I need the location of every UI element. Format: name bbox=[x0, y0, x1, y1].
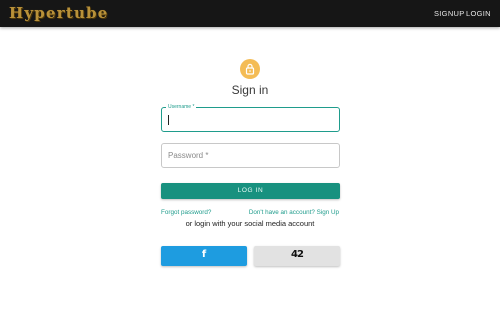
signup-link[interactable]: Don't have an account? Sign Up bbox=[249, 209, 339, 216]
top-app-bar: Hypertube SIGNUP LOGIN bbox=[0, 0, 500, 27]
forgot-password-link[interactable]: Forgot password? bbox=[161, 209, 211, 216]
password-input[interactable] bbox=[168, 144, 333, 167]
page-title: Sign in bbox=[231, 83, 269, 97]
42-icon: 42 bbox=[291, 249, 304, 260]
nav-login-link[interactable]: LOGIN bbox=[466, 9, 491, 18]
facebook-login-button[interactable]: f bbox=[161, 246, 247, 266]
42-login-button[interactable]: 42 bbox=[254, 246, 340, 266]
facebook-icon: f bbox=[201, 249, 207, 260]
username-field[interactable]: Username * bbox=[161, 104, 340, 132]
social-login-text: or login with your social media account bbox=[185, 219, 315, 228]
password-field[interactable] bbox=[161, 143, 340, 168]
login-button[interactable]: LOG IN bbox=[161, 183, 340, 199]
lock-avatar bbox=[240, 59, 260, 79]
username-input[interactable] bbox=[168, 108, 333, 131]
lock-icon bbox=[245, 63, 255, 75]
nav-signup-link[interactable]: SIGNUP bbox=[434, 9, 465, 18]
app-logo[interactable]: Hypertube bbox=[9, 4, 109, 22]
